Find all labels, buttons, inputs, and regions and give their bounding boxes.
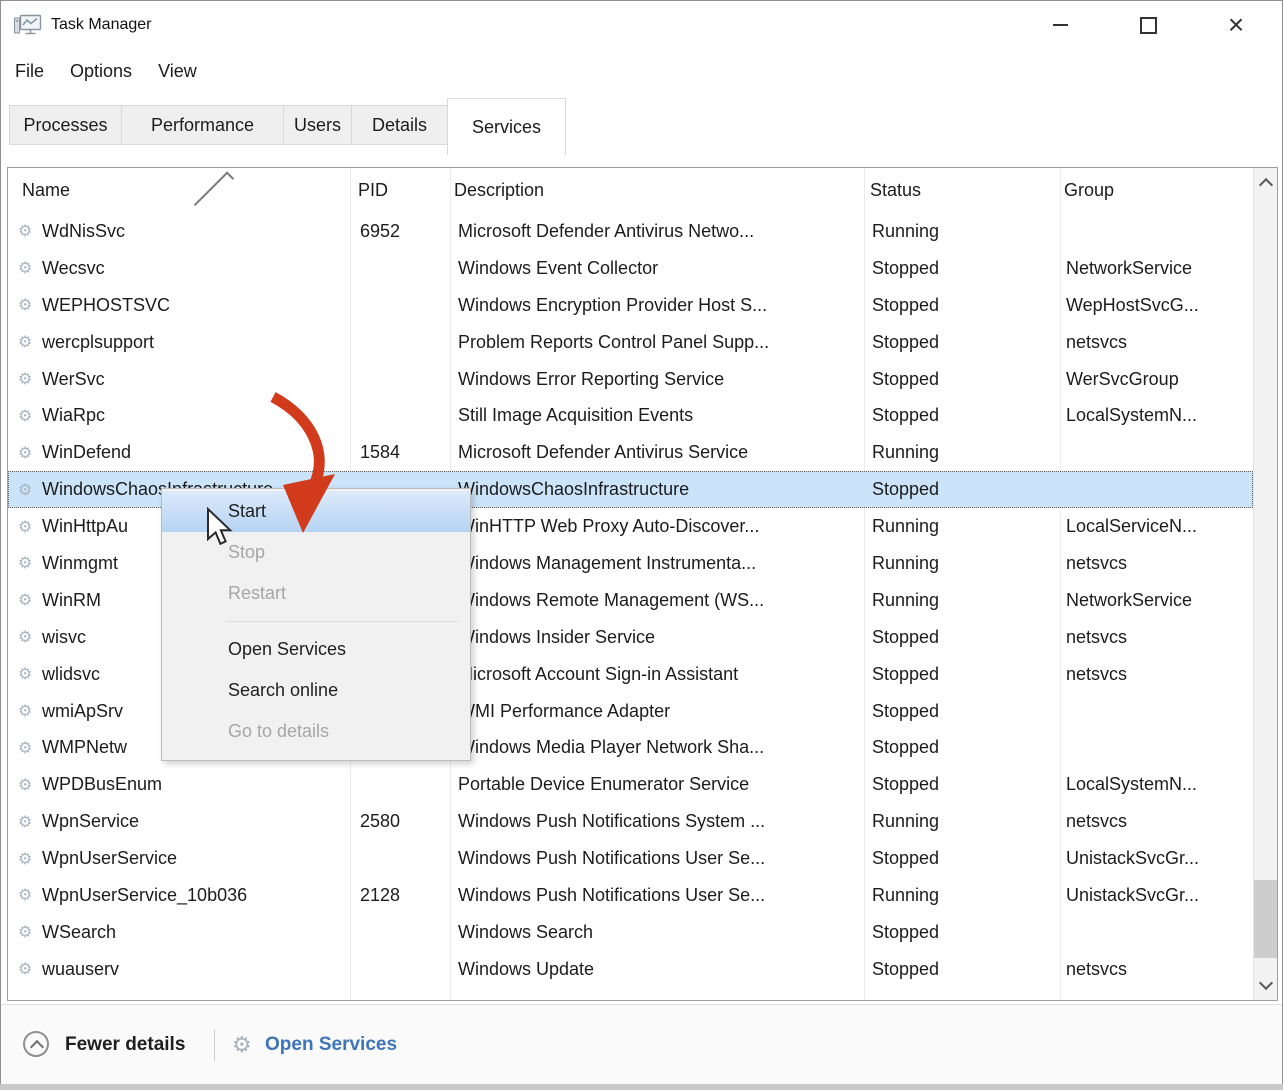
table-row[interactable]: ⚙WdNisSvc6952Microsoft Defender Antiviru… (8, 213, 1253, 250)
vertical-scrollbar[interactable] (1253, 168, 1277, 1000)
tab-users[interactable]: Users (283, 105, 352, 145)
service-gear-icon: ⚙ (18, 361, 38, 398)
service-gear-icon: ⚙ (18, 434, 38, 471)
service-gear-icon: ⚙ (18, 729, 38, 766)
service-gear-icon: ⚙ (18, 397, 38, 434)
scroll-up-icon[interactable] (1259, 178, 1273, 192)
table-row[interactable]: ⚙WinDefend1584Microsoft Defender Antivir… (8, 434, 1253, 471)
tab-performance[interactable]: Performance (121, 105, 284, 145)
tab-services[interactable]: Services (447, 98, 566, 155)
service-gear-icon: ⚙ (18, 582, 38, 619)
menu-bar: File Options View (1, 49, 1282, 94)
service-gear-icon: ⚙ (18, 619, 38, 656)
task-manager-window: Task Manager × File Options View Process… (0, 0, 1283, 1084)
context-menu-separator (226, 621, 458, 622)
title-bar: Task Manager × (1, 1, 1282, 49)
service-gear-icon: ⚙ (18, 693, 38, 730)
context-menu-item-search-online[interactable]: Search online (162, 670, 470, 711)
window-title: Task Manager (51, 1, 152, 49)
service-gear-icon: ⚙ (18, 840, 38, 877)
chevron-up-icon (30, 1040, 44, 1054)
context-menu-item-restart: Restart (162, 573, 470, 614)
tab-details[interactable]: Details (351, 105, 448, 145)
maximize-button[interactable] (1104, 1, 1192, 49)
table-row[interactable]: ⚙WiaRpcStill Image Acquisition EventsSto… (8, 397, 1253, 434)
table-row[interactable]: ⚙WPDBusEnumPortable Device Enumerator Se… (8, 766, 1253, 803)
task-manager-icon (13, 11, 43, 41)
scrollbar-thumb[interactable] (1254, 880, 1277, 958)
close-button[interactable]: × (1192, 1, 1280, 49)
service-gear-icon: ⚙ (18, 250, 38, 287)
table-row[interactable]: ⚙WpnUserService_10b0362128Windows Push N… (8, 877, 1253, 914)
maximize-icon (1140, 17, 1157, 34)
service-gear-icon: ⚙ (18, 803, 38, 840)
menu-file[interactable]: File (15, 61, 44, 82)
table-row[interactable]: ⚙WecsvcWindows Event CollectorStoppedNet… (8, 250, 1253, 287)
minimize-button[interactable] (1016, 1, 1104, 49)
table-row[interactable]: ⚙WpnService2580Windows Push Notification… (8, 803, 1253, 840)
mouse-cursor-icon (205, 507, 235, 547)
table-row[interactable]: ⚙WerSvcWindows Error Reporting ServiceSt… (8, 361, 1253, 398)
column-header-group[interactable]: Group (1064, 168, 1114, 213)
service-gear-icon: ⚙ (18, 951, 38, 988)
gear-icon: ⚙ (232, 1005, 252, 1084)
table-header: Name PID Description Status Group (8, 168, 1253, 213)
table-row[interactable]: ⚙WSearchWindows SearchStopped (8, 914, 1253, 951)
menu-view[interactable]: View (158, 61, 197, 82)
tab-processes[interactable]: Processes (9, 105, 122, 145)
open-services-link[interactable]: Open Services (265, 1005, 397, 1084)
window-controls: × (1016, 1, 1280, 49)
service-gear-icon: ⚙ (18, 287, 38, 324)
table-row[interactable]: ⚙WEPHOSTSVCWindows Encryption Provider H… (8, 287, 1253, 324)
service-gear-icon: ⚙ (18, 656, 38, 693)
service-gear-icon: ⚙ (18, 545, 38, 582)
sort-ascending-icon (194, 171, 234, 211)
footer-divider (214, 1029, 215, 1061)
fewer-details-toggle[interactable]: Fewer details (65, 1005, 185, 1084)
service-gear-icon: ⚙ (18, 914, 38, 951)
column-header-pid[interactable]: PID (358, 168, 388, 213)
chevron-up-circle-icon[interactable] (23, 1031, 49, 1057)
service-gear-icon: ⚙ (18, 508, 38, 545)
menu-options[interactable]: Options (70, 61, 132, 82)
service-gear-icon: ⚙ (18, 877, 38, 914)
status-bar: Fewer details ⚙ Open Services (1, 1004, 1282, 1084)
minimize-icon (1053, 24, 1068, 26)
column-header-description[interactable]: Description (454, 168, 544, 213)
table-row[interactable]: ⚙wercplsupportProblem Reports Control Pa… (8, 324, 1253, 361)
column-header-name[interactable]: Name (22, 168, 70, 213)
service-gear-icon: ⚙ (18, 766, 38, 803)
service-gear-icon: ⚙ (18, 213, 38, 250)
context-menu-item-go-to-details: Go to details (162, 711, 470, 752)
service-gear-icon: ⚙ (18, 324, 38, 361)
close-icon: × (1228, 11, 1244, 39)
table-row[interactable]: ⚙wuauservWindows UpdateStoppednetsvcs (8, 951, 1253, 988)
column-header-status[interactable]: Status (870, 168, 921, 213)
scroll-down-icon[interactable] (1259, 976, 1273, 990)
table-row[interactable]: ⚙WpnUserServiceWindows Push Notification… (8, 840, 1253, 877)
service-gear-icon: ⚙ (18, 471, 38, 508)
context-menu-item-open-services[interactable]: Open Services (162, 629, 470, 670)
